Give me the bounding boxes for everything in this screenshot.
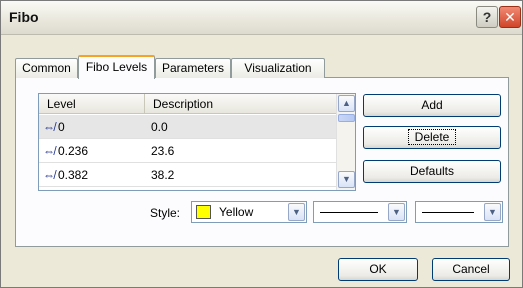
add-button[interactable]: Add: [363, 94, 501, 117]
column-header-description[interactable]: Description: [145, 94, 336, 114]
close-icon: ✕: [504, 9, 516, 25]
line-style-select[interactable]: ▼: [313, 201, 407, 223]
chevron-down-icon[interactable]: ▼: [484, 203, 501, 221]
levels-header: Level Description: [39, 94, 336, 114]
level-value: 0.382: [58, 168, 89, 182]
level-line-icon: ⇎: [43, 144, 55, 158]
close-button[interactable]: ✕: [499, 6, 521, 28]
level-value: 0.236: [58, 144, 89, 158]
level-row[interactable]: ⇎ 0 0.0: [39, 115, 336, 139]
level-row[interactable]: ⇎ 0.382 38.2: [39, 163, 336, 187]
defaults-button[interactable]: Defaults: [363, 160, 501, 183]
delete-button[interactable]: Delete: [363, 126, 501, 149]
tab-visualization[interactable]: Visualization: [231, 58, 325, 78]
tab-fibo-levels[interactable]: Fibo Levels: [78, 55, 155, 79]
tab-parameters[interactable]: Parameters: [155, 58, 231, 78]
title-bar[interactable]: Fibo ? ✕: [1, 1, 522, 35]
delete-button-label: Delete: [407, 129, 457, 145]
level-line-icon: ⇎: [43, 120, 55, 134]
scroll-thumb[interactable]: [338, 114, 355, 122]
fibo-dialog: Fibo ? ✕ Common Fibo Levels Parameters V…: [0, 0, 523, 288]
level-value: 0: [58, 120, 65, 134]
level-line-icon: ⇎: [43, 168, 55, 182]
ok-button[interactable]: OK: [338, 258, 418, 281]
levels-scrollbar[interactable]: ▲ ▼: [336, 94, 355, 190]
help-icon: ?: [482, 9, 492, 25]
tab-common[interactable]: Common: [15, 58, 78, 78]
chevron-down-icon[interactable]: ▼: [288, 203, 305, 221]
color-swatch: [196, 205, 211, 219]
column-header-level[interactable]: Level: [39, 94, 145, 114]
level-description: 0.0: [151, 120, 168, 134]
solid-line-icon: [320, 212, 378, 213]
scroll-down-icon[interactable]: ▼: [338, 171, 355, 188]
levels-list[interactable]: Level Description ⇎ 0 0.0 ⇎ 0.236 23.6 ⇎ 0.…: [38, 93, 356, 191]
line-width-select[interactable]: ▼: [415, 201, 503, 223]
level-row[interactable]: ⇎ 0.236 23.6: [39, 139, 336, 163]
level-description: 23.6: [151, 144, 175, 158]
line-width-icon: [422, 212, 474, 213]
cancel-button[interactable]: Cancel: [432, 258, 510, 281]
scroll-up-icon[interactable]: ▲: [338, 95, 355, 112]
chevron-down-icon[interactable]: ▼: [388, 203, 405, 221]
color-select-value: Yellow: [219, 205, 254, 219]
help-button[interactable]: ?: [476, 6, 498, 28]
color-select[interactable]: Yellow ▼: [191, 201, 307, 223]
level-description: 38.2: [151, 168, 175, 182]
window-title: Fibo: [9, 9, 39, 25]
style-label: Style:: [150, 206, 181, 220]
